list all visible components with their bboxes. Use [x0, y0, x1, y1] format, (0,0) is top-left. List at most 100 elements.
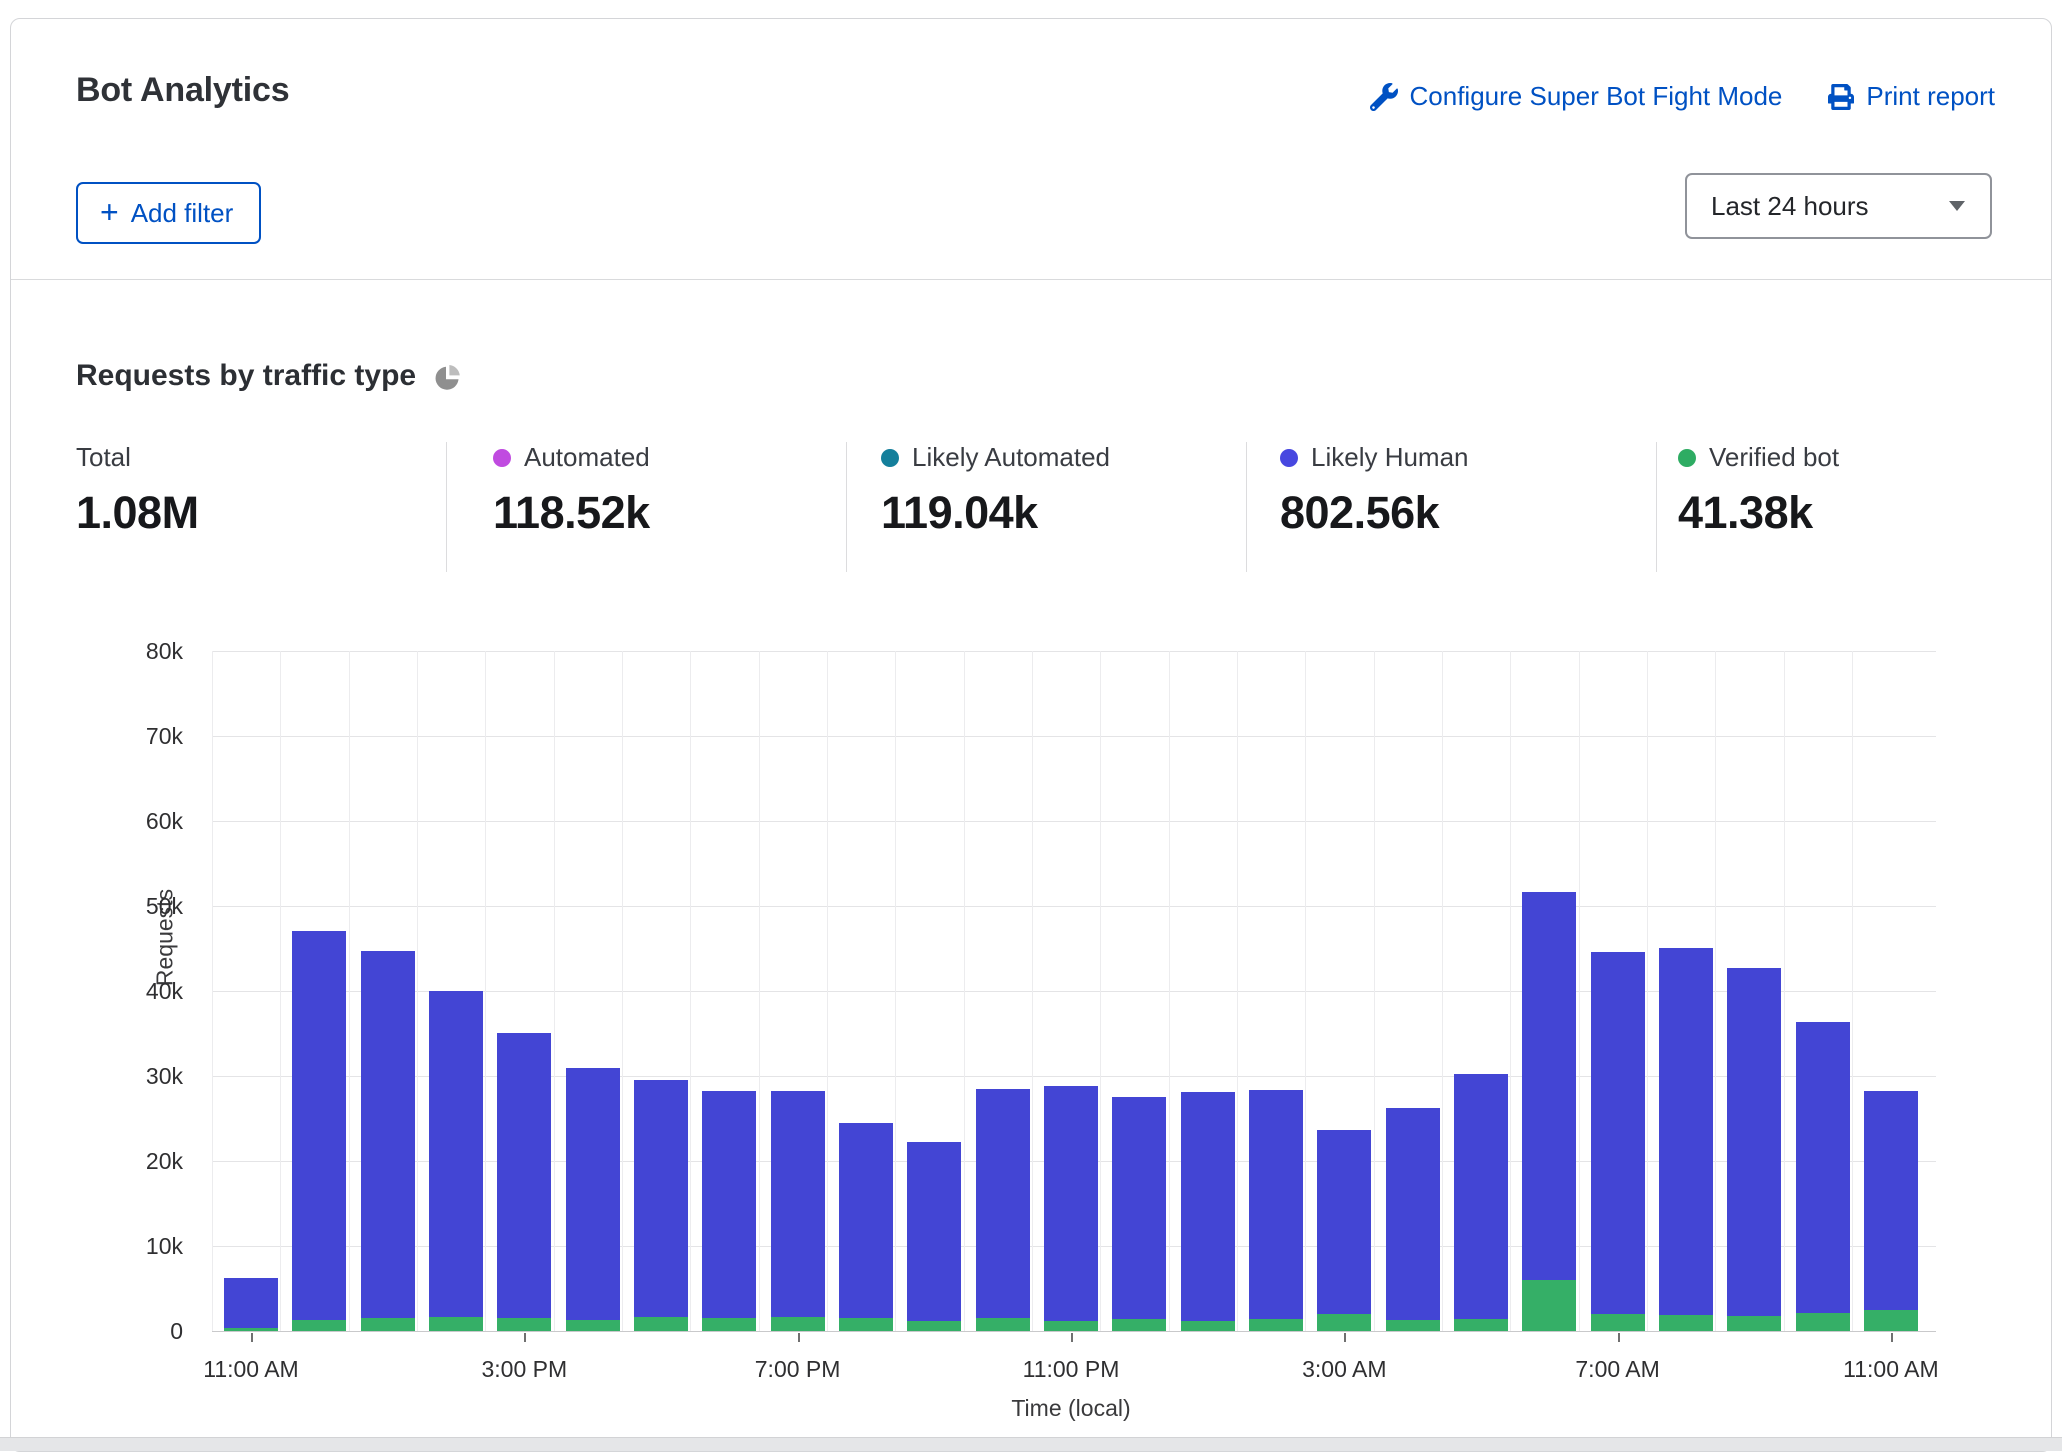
gridline-y [212, 821, 1936, 822]
gridline-x [827, 651, 828, 1331]
gridline-x [280, 651, 281, 1331]
bar-segment[interactable] [1044, 1086, 1098, 1331]
bar-segment[interactable] [429, 991, 483, 1331]
gridline-x [1169, 651, 1170, 1331]
y-axis-tick-label: 70k [103, 723, 183, 750]
gridline-x [895, 651, 896, 1331]
bar-segment[interactable] [1864, 1310, 1918, 1331]
gridline-x [690, 651, 691, 1331]
gridline-x [349, 651, 350, 1331]
bar-segment[interactable] [429, 1317, 483, 1331]
gridline-y [212, 736, 1936, 737]
bar-segment[interactable] [1317, 1314, 1371, 1331]
bar-segment[interactable] [1112, 1097, 1166, 1331]
gridline-x [554, 651, 555, 1331]
gridline-x [1032, 651, 1033, 1331]
gridline-x [1510, 651, 1511, 1331]
y-axis-tick-label: 80k [103, 638, 183, 665]
bar-segment[interactable] [1727, 968, 1781, 1331]
x-axis-tick [798, 1333, 800, 1342]
bar-segment[interactable] [1044, 1321, 1098, 1331]
gridline-y [212, 1331, 1936, 1332]
gridline-x [622, 651, 623, 1331]
x-axis-tick [251, 1333, 253, 1342]
bar-segment[interactable] [1181, 1321, 1235, 1331]
x-axis-tick [1618, 1333, 1620, 1342]
bar-segment[interactable] [1522, 892, 1576, 1332]
gridline-y [212, 906, 1936, 907]
x-axis-tick-label: 11:00 PM [991, 1356, 1151, 1383]
bar-segment[interactable] [771, 1317, 825, 1331]
bar-segment[interactable] [566, 1320, 620, 1331]
bar-segment[interactable] [292, 931, 346, 1331]
bar-segment[interactable] [1181, 1092, 1235, 1331]
bar-segment[interactable] [361, 951, 415, 1331]
bar-segment[interactable] [292, 1320, 346, 1331]
bar-segment[interactable] [1522, 1280, 1576, 1331]
bar-segment[interactable] [907, 1321, 961, 1331]
gridline-x [417, 651, 418, 1331]
bar-segment[interactable] [634, 1317, 688, 1331]
bottom-divider-strip [0, 1437, 2062, 1451]
bar-segment[interactable] [224, 1328, 278, 1331]
bar-segment[interactable] [634, 1080, 688, 1331]
x-axis-tick-label: 7:00 AM [1538, 1356, 1698, 1383]
gridline-x [1442, 651, 1443, 1331]
bar-segment[interactable] [1249, 1090, 1303, 1331]
bar-segment[interactable] [976, 1318, 1030, 1331]
bar-segment[interactable] [976, 1089, 1030, 1331]
bar-segment[interactable] [1386, 1320, 1440, 1331]
gridline-x [964, 651, 965, 1331]
x-axis-tick [1344, 1333, 1346, 1342]
bar-segment[interactable] [907, 1142, 961, 1331]
bar-segment[interactable] [1591, 1314, 1645, 1331]
gridline-x [1305, 651, 1306, 1331]
bar-segment[interactable] [1317, 1130, 1371, 1331]
bar-segment[interactable] [1591, 952, 1645, 1331]
y-axis-tick-label: 40k [103, 978, 183, 1005]
x-axis-tick [1891, 1333, 1893, 1342]
x-axis-tick [1071, 1333, 1073, 1342]
bar-segment[interactable] [497, 1318, 551, 1331]
gridline-x [485, 651, 486, 1331]
y-axis-tick-label: 10k [103, 1233, 183, 1260]
bar-segment[interactable] [839, 1123, 893, 1331]
gridline-x [759, 651, 760, 1331]
gridline-x [1852, 651, 1853, 1331]
gridline-x [1715, 651, 1716, 1331]
bar-segment[interactable] [1796, 1022, 1850, 1331]
bar-segment[interactable] [566, 1068, 620, 1331]
bar-segment[interactable] [1727, 1316, 1781, 1331]
y-axis-tick-label: 50k [103, 893, 183, 920]
requests-chart: Requests Time (local) 010k20k30k40k50k60… [11, 19, 2051, 1451]
bar-segment[interactable] [702, 1091, 756, 1331]
bar-segment[interactable] [224, 1278, 278, 1332]
bar-segment[interactable] [1659, 1315, 1713, 1331]
x-axis-tick-label: 7:00 PM [718, 1356, 878, 1383]
bar-segment[interactable] [1249, 1319, 1303, 1331]
bar-segment[interactable] [771, 1091, 825, 1331]
gridline-y [212, 651, 1936, 652]
bar-segment[interactable] [702, 1318, 756, 1331]
bar-segment[interactable] [497, 1033, 551, 1331]
x-axis-tick-label: 11:00 AM [1811, 1356, 1971, 1383]
bar-segment[interactable] [1796, 1313, 1850, 1331]
bar-segment[interactable] [1386, 1108, 1440, 1331]
gridline-x [1374, 651, 1375, 1331]
x-axis-title: Time (local) [991, 1395, 1151, 1422]
y-axis-tick-label: 30k [103, 1063, 183, 1090]
bar-segment[interactable] [839, 1318, 893, 1331]
x-axis-tick-label: 3:00 AM [1264, 1356, 1424, 1383]
bar-segment[interactable] [361, 1318, 415, 1331]
bar-segment[interactable] [1454, 1319, 1508, 1331]
bot-analytics-panel: Bot Analytics Configure Super Bot Fight … [10, 18, 2052, 1452]
bar-segment[interactable] [1112, 1319, 1166, 1331]
x-axis-tick-label: 3:00 PM [444, 1356, 604, 1383]
bar-segment[interactable] [1659, 948, 1713, 1331]
x-axis-tick [524, 1333, 526, 1342]
gridline-x [1579, 651, 1580, 1331]
bar-segment[interactable] [1864, 1091, 1918, 1332]
gridline-x [1237, 651, 1238, 1331]
gridline-x [1100, 651, 1101, 1331]
bar-segment[interactable] [1454, 1074, 1508, 1332]
